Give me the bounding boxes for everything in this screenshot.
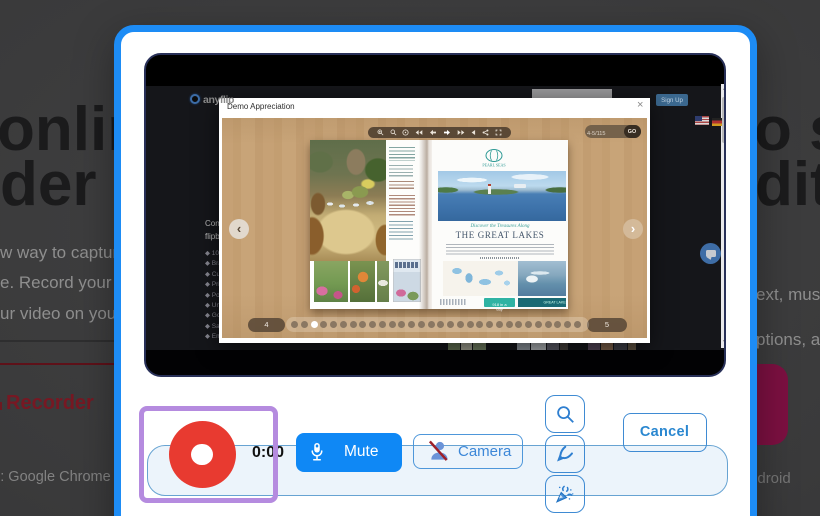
svg-text:PEARL SEAS: PEARL SEAS <box>482 163 505 168</box>
